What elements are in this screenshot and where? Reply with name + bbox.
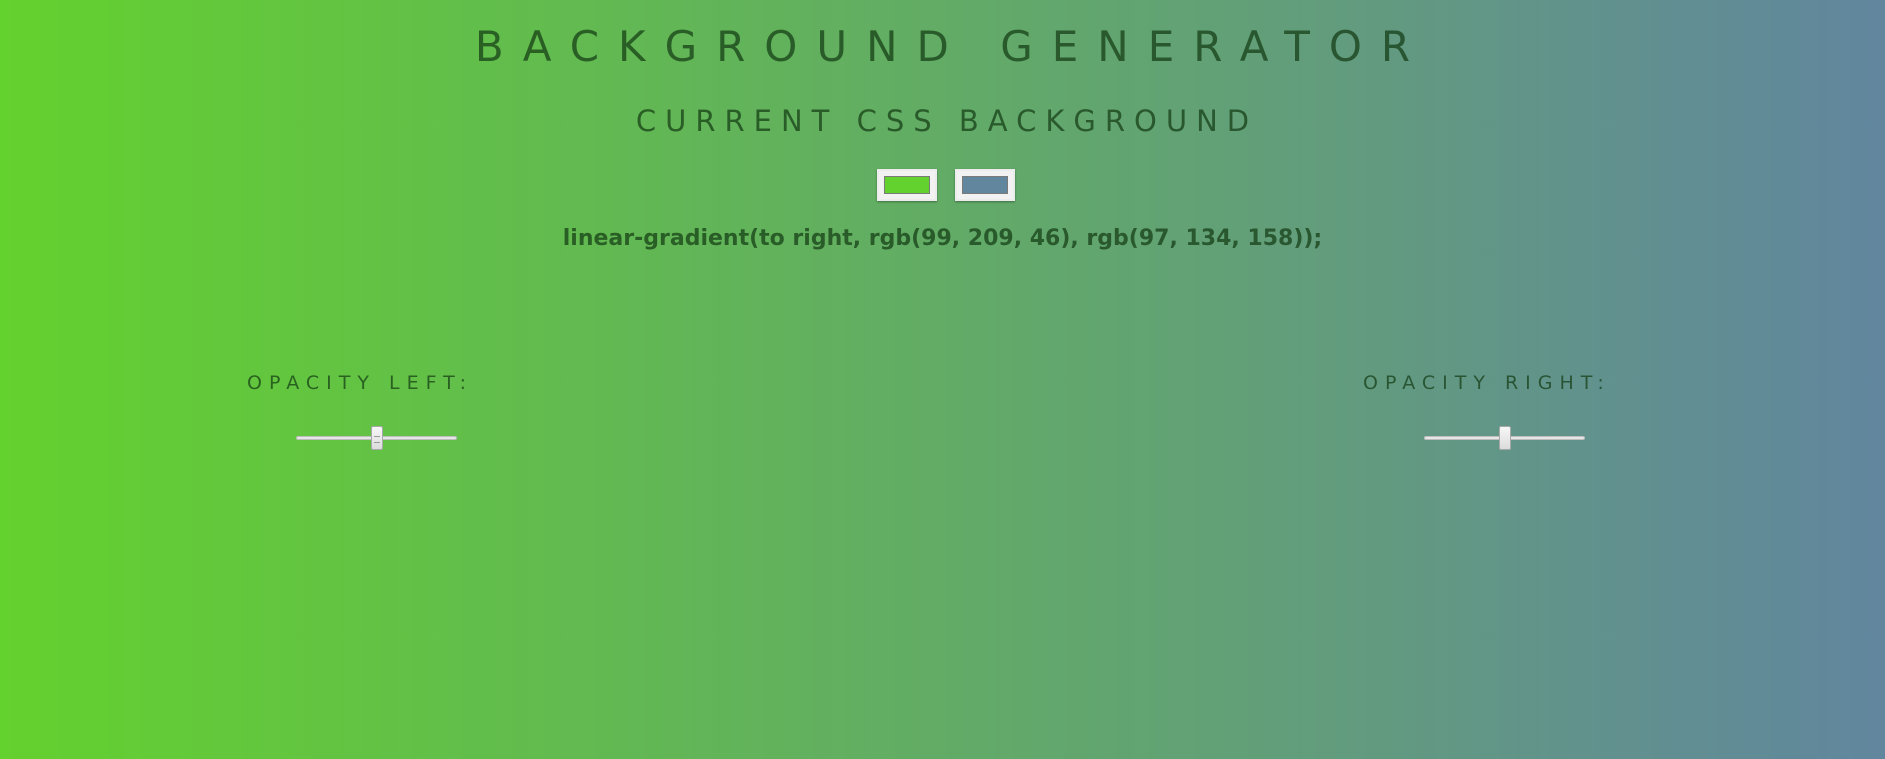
left-color-swatch bbox=[884, 176, 930, 194]
page-subtitle: CURRENT CSS BACKGROUND bbox=[635, 104, 1259, 138]
opacity-right-slider[interactable] bbox=[1424, 426, 1585, 450]
opacity-left-label: OPACITY LEFT: bbox=[247, 372, 474, 394]
page-title: BACKGROUND GENERATOR bbox=[474, 22, 1430, 71]
left-color-picker[interactable] bbox=[877, 169, 937, 201]
opacity-right-label: OPACITY RIGHT: bbox=[1363, 372, 1611, 394]
css-output-text: linear-gradient(to right, rgb(99, 209, 4… bbox=[562, 226, 1323, 251]
right-color-picker[interactable] bbox=[955, 169, 1015, 201]
grip-icon bbox=[374, 436, 380, 443]
slider-thumb[interactable] bbox=[1499, 426, 1511, 450]
slider-thumb[interactable] bbox=[371, 426, 383, 450]
right-color-swatch bbox=[962, 176, 1008, 194]
opacity-left-slider[interactable] bbox=[296, 426, 457, 450]
